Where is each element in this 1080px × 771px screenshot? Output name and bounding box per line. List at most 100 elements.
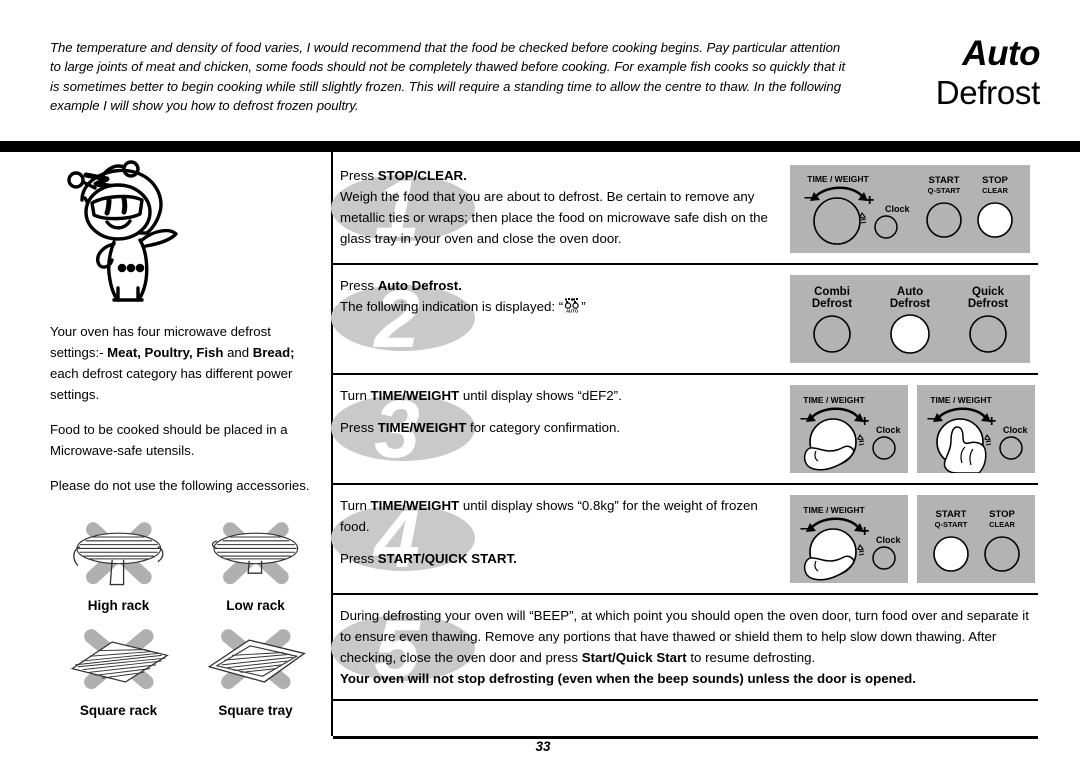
- sidebar-p1-post: each defrost category has different powe…: [50, 366, 293, 402]
- label-combi-defrost: Defrost: [812, 298, 852, 310]
- label-combi: Combi: [814, 286, 850, 298]
- svg-text:–: –: [927, 410, 935, 427]
- step-5-button-name: Start/Quick Start: [581, 650, 687, 665]
- step-3-press: Press: [340, 420, 378, 435]
- high-rack-icon: [72, 522, 164, 586]
- quick-defrost-button: [969, 315, 1007, 353]
- start-quick-start-button-highlight: [933, 536, 969, 572]
- control-panel-start-quick-start[interactable]: START Q-START STOP CLEAR: [917, 495, 1035, 583]
- step-4-turn: Turn: [340, 498, 371, 513]
- step-2-body-post: ”: [581, 299, 586, 314]
- accessory-label-square-tray: Square tray: [218, 703, 293, 718]
- svg-text:+: +: [865, 192, 874, 209]
- label-clear: CLEAR: [982, 186, 1008, 195]
- svg-text:TIME / WEIGHT: TIME / WEIGHT: [930, 395, 992, 405]
- svg-text:Q-START: Q-START: [935, 520, 968, 529]
- svg-text:–: –: [800, 520, 808, 537]
- step-4-text: Turn TIME/WEIGHT until display shows “0.…: [333, 495, 788, 583]
- page-title: Auto Defrost: [820, 34, 1041, 112]
- svg-text:+: +: [987, 413, 996, 430]
- steps-container: 1 Press STOP/CLEAR. Weigh the food that …: [331, 155, 1038, 701]
- accessory-item-low-rack: Low rack: [187, 518, 324, 623]
- label-quick: Quick: [972, 286, 1005, 298]
- accessory-item-square-tray: Square tray: [187, 623, 324, 728]
- title-defrost: Defrost: [935, 74, 1041, 111]
- label-start: START: [929, 175, 960, 186]
- step-3-text: Turn TIME/WEIGHT until display shows “dE…: [333, 385, 788, 473]
- sidebar-paragraph-settings: Your oven has four microwave defrost set…: [50, 321, 322, 405]
- step-2: 2 Press Auto Defrost. The following indi…: [331, 265, 1038, 375]
- accessory-grid: High rack Low rack Square rack Square tr…: [50, 518, 322, 728]
- label-stop: STOP: [982, 175, 1008, 186]
- control-panel-dial-turn-weight[interactable]: TIME / WEIGHT – + Clock: [790, 495, 908, 583]
- accessory-label-low-rack: Low rack: [226, 598, 285, 613]
- step-3-panels: TIME / WEIGHT – + Clock TIME / WEIGHT – …: [788, 385, 1035, 473]
- step-1-panels: TIME / WEIGHT – + Clock START Q-START ST…: [788, 165, 1030, 253]
- control-panel-auto-defrost[interactable]: Combi Defrost Auto Defrost Quick Defrost: [790, 275, 1030, 363]
- title-auto: Auto: [962, 34, 1040, 73]
- sidebar-paragraph-utensils: Food to be cooked should be placed in a …: [50, 422, 288, 458]
- step-2-panels: Combi Defrost Auto Defrost Quick Defrost: [788, 275, 1030, 363]
- square-tray-icon: [207, 629, 306, 690]
- svg-text:CLEAR: CLEAR: [989, 520, 1015, 529]
- intro-paragraph: The temperature and density of food vari…: [50, 40, 846, 114]
- step-5-body-post: to resume defrosting.: [686, 650, 816, 665]
- step-3-control-name: TIME/WEIGHT: [370, 388, 460, 403]
- step-4-panels: TIME / WEIGHT – + Clock START Q-START ST…: [788, 495, 1035, 583]
- accessory-label-square-rack: Square rack: [79, 703, 158, 718]
- auto-defrost-button-highlight: [890, 314, 930, 354]
- svg-text:–: –: [800, 410, 808, 427]
- manual-page: The temperature and density of food vari…: [0, 0, 1080, 771]
- step-3-turn: Turn: [340, 388, 371, 403]
- label-clock: Clock: [885, 204, 911, 214]
- header-divider: [0, 141, 1080, 152]
- step-1-press: Press: [340, 168, 378, 183]
- accessory-item-square-rack: Square rack: [50, 623, 187, 728]
- step-1-text: Press STOP/CLEAR. Weigh the food that yo…: [333, 165, 788, 253]
- step-4: 4 Turn TIME/WEIGHT until display shows “…: [331, 485, 1038, 595]
- svg-text:+: +: [860, 413, 869, 430]
- step-2-press: Press: [340, 278, 378, 293]
- svg-text:START: START: [936, 509, 967, 520]
- step-4-press: Press: [340, 551, 378, 566]
- step-3-control-name-2: TIME/WEIGHT: [377, 420, 467, 435]
- accessory-label-high-rack: High rack: [87, 598, 150, 613]
- step-4-control-name: TIME/WEIGHT: [370, 498, 460, 513]
- control-panel-dial-turn[interactable]: TIME / WEIGHT – + Clock: [790, 385, 908, 473]
- label-auto-defrost: Defrost: [890, 298, 930, 310]
- stop-clear-button-highlight: [977, 202, 1013, 238]
- low-rack-icon: [211, 522, 298, 585]
- svg-text:–: –: [804, 189, 812, 206]
- svg-text:STOP: STOP: [989, 509, 1015, 520]
- svg-text:TIME / WEIGHT: TIME / WEIGHT: [803, 505, 865, 515]
- chef-mascot-icon: [67, 160, 178, 302]
- label-q-start: Q-START: [928, 186, 961, 195]
- square-rack-icon: [70, 629, 169, 690]
- stop-clear-button: [984, 536, 1020, 572]
- step-5-warning: Your oven will not stop defrosting (even…: [340, 671, 916, 686]
- step-1-button-name: STOP/CLEAR.: [377, 168, 467, 183]
- svg-text:AUTO: AUTO: [566, 308, 579, 313]
- step-2-text: Press Auto Defrost. The following indica…: [333, 275, 788, 363]
- svg-text:Clock: Clock: [876, 535, 902, 545]
- svg-text:TIME / WEIGHT: TIME / WEIGHT: [803, 395, 865, 405]
- combi-defrost-button: [813, 315, 851, 353]
- label-auto: Auto: [897, 286, 923, 298]
- sidebar-paragraph-accessories: Please do not use the following accessor…: [50, 478, 310, 493]
- sidebar-p1-mid: and: [223, 345, 253, 360]
- step-3-line2-post: for category confirmation.: [466, 420, 621, 435]
- label-time-weight: TIME / WEIGHT: [807, 174, 869, 184]
- control-panel-dial-press[interactable]: TIME / WEIGHT – + Clock: [917, 385, 1035, 473]
- label-quick-defrost: Defrost: [968, 298, 1008, 310]
- sidebar-p1-bold1: Meat, Poultry, Fish: [107, 345, 224, 360]
- sidebar-p1-bold2: Bread;: [252, 345, 295, 360]
- step-5: 5 During defrosting your oven will “BEEP…: [331, 595, 1038, 701]
- control-panel-stop-clear[interactable]: TIME / WEIGHT – + Clock START Q-START ST…: [790, 165, 1030, 253]
- step-4-button-name: START/QUICK START.: [377, 551, 517, 566]
- step-2-button-name: Auto Defrost.: [377, 278, 462, 293]
- svg-text:Clock: Clock: [876, 425, 902, 435]
- page-number: 33: [535, 739, 551, 754]
- auto-defrost-display-icon: AUTO: [565, 298, 579, 313]
- step-3-line1-post: until display shows “dEF2”.: [459, 388, 622, 403]
- step-1: 1 Press STOP/CLEAR. Weigh the food that …: [331, 155, 1038, 265]
